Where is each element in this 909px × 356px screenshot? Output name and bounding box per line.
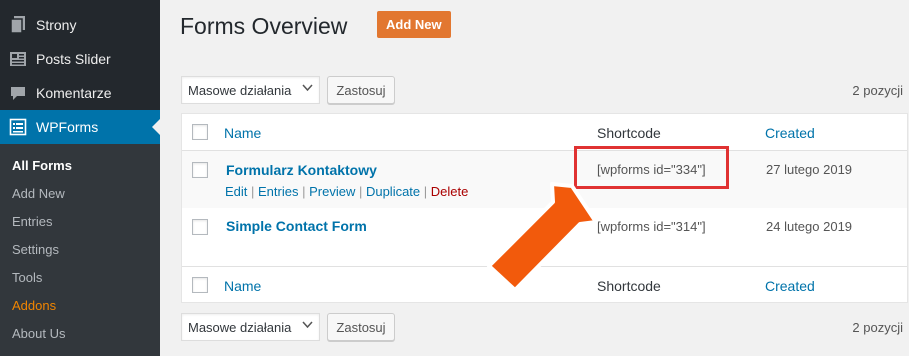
pointer-arrow-icon [487,182,598,292]
bulk-actions-select-bottom[interactable]: Masowe działania [181,313,320,341]
menu-item-label: Posts Slider [36,51,111,67]
admin-sidebar: Strony Posts Slider Komentarze WPForms A… [0,0,160,356]
chevron-down-icon [302,82,313,96]
select-all-checkbox[interactable] [192,277,208,293]
menu-item-wpforms[interactable]: WPForms [0,110,160,144]
entries-link[interactable]: Entries [258,184,298,199]
bulk-actions-value: Masowe działania [188,82,292,98]
table-header: Name Shortcode Created [182,114,907,151]
menu-item-label: Komentarze [36,85,112,101]
form-title-link[interactable]: Simple Contact Form [226,218,367,234]
menu-item-label: WPForms [36,119,99,135]
page-title: Forms Overview [180,13,348,39]
column-created-header[interactable]: Created [765,125,815,141]
comments-icon [8,83,28,103]
submenu-settings[interactable]: Settings [12,242,59,257]
item-count-bottom: 2 pozycji [852,320,903,335]
column-created-footer[interactable]: Created [765,278,815,294]
wpforms-icon [8,117,28,137]
edit-link[interactable]: Edit [225,184,247,199]
submenu-all-forms[interactable]: All Forms [12,158,72,173]
slider-icon [8,49,28,69]
row-checkbox[interactable] [192,162,208,178]
form-title-link[interactable]: Formularz Kontaktowy [226,162,377,178]
pages-icon [8,15,28,35]
column-shortcode-header: Shortcode [597,125,661,141]
row-checkbox[interactable] [192,219,208,235]
preview-link[interactable]: Preview [309,184,355,199]
submenu-add-new[interactable]: Add New [12,186,65,201]
apply-button[interactable]: Zastosuj [327,76,395,104]
add-new-button[interactable]: Add New [377,11,451,38]
row-actions: Edit | Entries | Preview | Duplicate | D… [225,184,469,199]
duplicate-link[interactable]: Duplicate [366,184,420,199]
submenu-addons[interactable]: Addons [12,298,56,313]
column-shortcode-footer: Shortcode [597,278,661,294]
menu-item-strony[interactable]: Strony [0,8,160,42]
bulk-actions-value: Masowe działania [188,319,292,335]
chevron-down-icon [302,319,313,333]
bulk-actions-select[interactable]: Masowe działania [181,76,320,104]
select-all-checkbox[interactable] [192,124,208,140]
item-count: 2 pozycji [852,83,903,98]
wpforms-submenu: All Forms Add New Entries Settings Tools… [0,144,160,356]
created-date: 24 lutego 2019 [766,219,853,234]
menu-item-komentarze[interactable]: Komentarze [0,76,160,110]
delete-link[interactable]: Delete [431,184,469,199]
created-date: 27 lutego 2019 [766,162,853,177]
column-name-footer[interactable]: Name [224,278,261,294]
menu-item-posts-slider[interactable]: Posts Slider [0,42,160,76]
apply-button-bottom[interactable]: Zastosuj [327,313,395,341]
submenu-about-us[interactable]: About Us [12,326,65,341]
submenu-tools[interactable]: Tools [12,270,42,285]
submenu-entries[interactable]: Entries [12,214,52,229]
column-name-header[interactable]: Name [224,125,261,141]
shortcode-value: [wpforms id="314"] [597,219,706,234]
menu-item-label: Strony [36,17,77,33]
